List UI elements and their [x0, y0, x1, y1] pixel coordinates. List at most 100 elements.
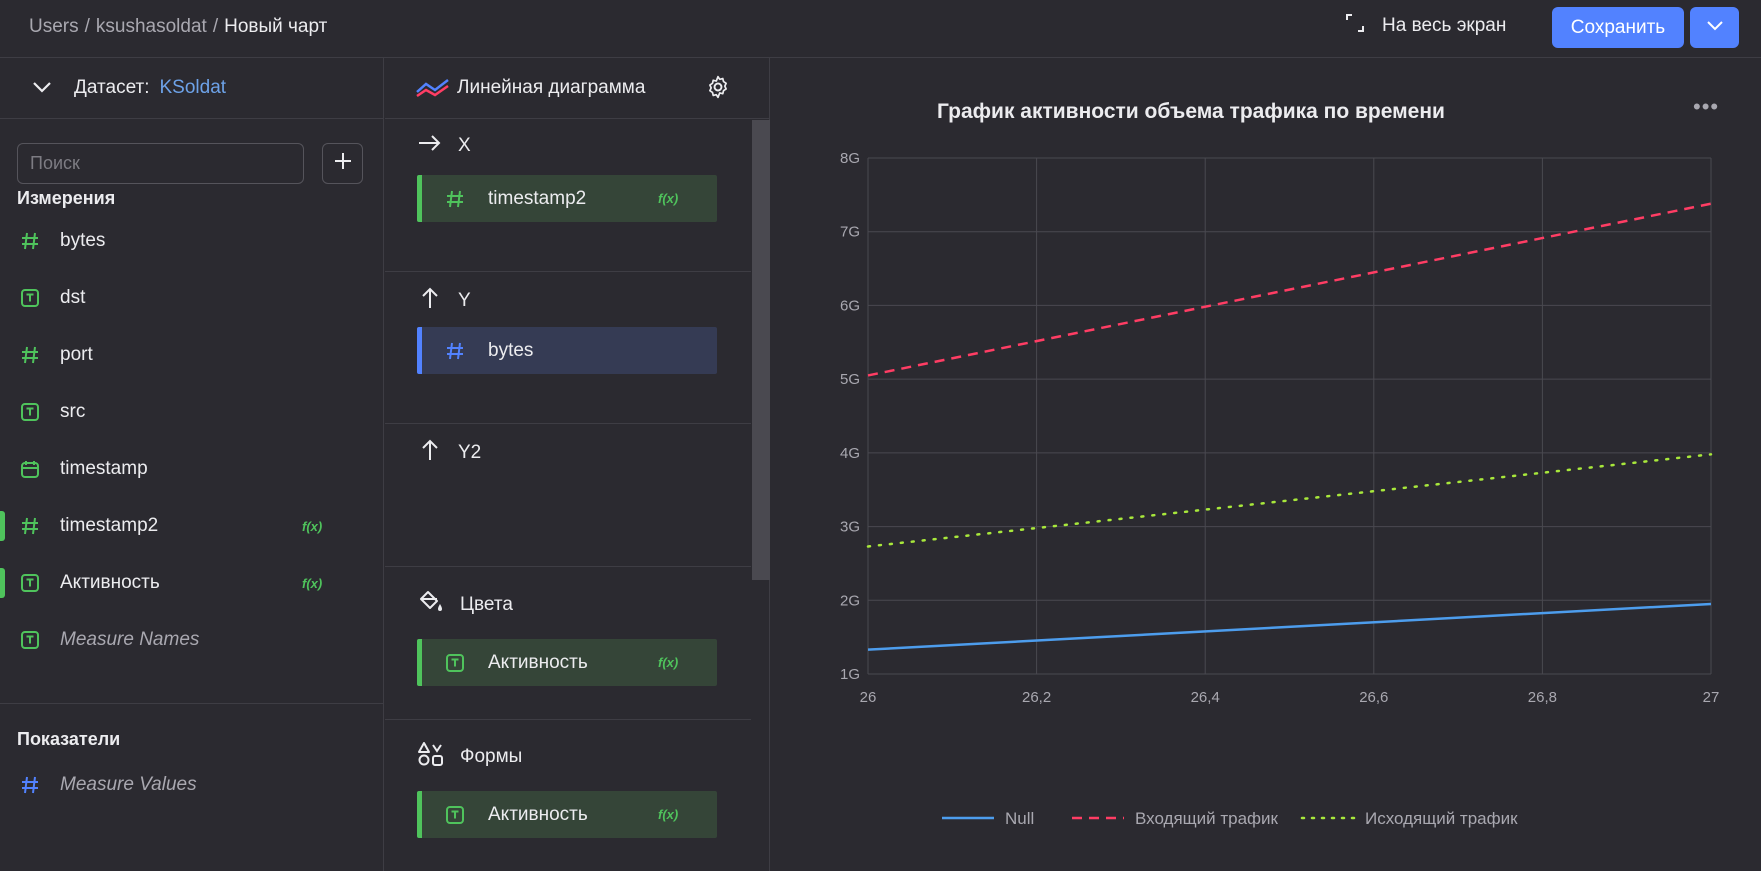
field-port[interactable]: port [0, 335, 383, 375]
divider [385, 271, 751, 272]
field-measure-names[interactable]: Measure Names [0, 620, 383, 660]
save-options-button[interactable] [1690, 7, 1739, 48]
chip-label: Активность [488, 651, 588, 673]
field-timestamp[interactable]: timestamp [0, 449, 383, 489]
dataset-selector[interactable]: Датасет: KSoldat [0, 58, 383, 119]
field-name: src [60, 401, 86, 422]
shapes-icon [418, 741, 444, 773]
visualization-panel: Линейная диаграмма X timestamp2 f(x) Y b… [385, 58, 770, 871]
field-timestamp2[interactable]: timestamp2 f(x) [0, 506, 383, 546]
field-name: Measure Names [60, 629, 200, 650]
field-bytes[interactable]: bytes [0, 221, 383, 261]
field-name: timestamp [60, 458, 148, 479]
y-tick-label: 5G [840, 371, 860, 388]
divider [0, 703, 383, 704]
x-tick-label: 26,2 [1022, 689, 1051, 706]
chart-type-selector[interactable]: Линейная диаграмма [385, 58, 769, 119]
line-chart: 1G 2G 3G 4G 5G 6G 7G 8G 26 26,2 26,4 26,6 26,8 27 Null… [840, 150, 1720, 828]
scrollbar[interactable] [752, 120, 770, 580]
text-type-icon [20, 630, 40, 650]
formula-icon: f(x) [658, 655, 679, 670]
calendar-icon [20, 459, 40, 479]
dimensions-title: Измерения [17, 188, 116, 208]
field-name: dst [60, 287, 86, 308]
y-tick-label: 7G [840, 224, 860, 241]
field-name: timestamp2 [60, 515, 159, 536]
field-name: Активность [60, 572, 160, 593]
divider [385, 566, 751, 567]
add-field-button[interactable] [322, 143, 363, 184]
divider [385, 423, 751, 424]
text-type-icon [20, 402, 40, 422]
field-name: port [60, 344, 93, 365]
line-chart-icon [415, 78, 451, 98]
arrow-right-icon [418, 134, 442, 158]
colors-section-title: Цвета [418, 590, 513, 620]
y-tick-label: 4G [840, 445, 860, 462]
formula-icon: f(x) [302, 575, 323, 591]
y2-label: Y2 [458, 442, 482, 463]
shapes-field-chip[interactable]: Активность f(x) [417, 791, 717, 838]
colors-label: Цвета [460, 594, 513, 615]
arrow-up-icon [418, 438, 442, 468]
field-name: Measure Values [60, 774, 197, 795]
text-type-icon [20, 573, 40, 593]
y-tick-label: 3G [840, 519, 860, 536]
chip-label: timestamp2 [488, 187, 587, 209]
series-line [867, 202, 1712, 377]
text-type-icon [446, 653, 466, 672]
y-label: Y [458, 290, 471, 311]
field-measure-values[interactable]: Measure Values [0, 765, 383, 805]
y-field-chip[interactable]: bytes [417, 327, 717, 374]
field-activity[interactable]: Активность f(x) [0, 563, 383, 603]
used-marker [0, 568, 5, 598]
number-icon [446, 190, 466, 208]
legend-label[interactable]: Исходящий трафик [1365, 809, 1518, 828]
x-tick-label: 27 [1703, 689, 1720, 706]
dataset-panel: Датасет: KSoldat Измерения bytes dst por… [0, 58, 384, 871]
dataset-name-link[interactable]: KSoldat [160, 77, 227, 99]
formula-icon: f(x) [302, 518, 323, 534]
y-tick-label: 1G [840, 666, 860, 683]
x-label: X [458, 135, 471, 156]
colors-field-chip[interactable]: Активность f(x) [417, 639, 717, 686]
search-input[interactable] [17, 143, 304, 184]
dataset-label: Датасет: [74, 77, 150, 98]
used-marker [0, 511, 5, 541]
series-line [866, 453, 1713, 548]
y2-section-title: Y2 [418, 438, 481, 468]
text-type-icon [20, 288, 40, 308]
breadcrumb-user[interactable]: ksushasoldat [96, 16, 207, 37]
field-src[interactable]: src [0, 392, 383, 432]
shapes-label: Формы [460, 746, 523, 767]
chevron-down-icon [1706, 19, 1724, 37]
divider [385, 719, 751, 720]
series-line [867, 602, 1712, 651]
chart-area: График активности объема трафика по врем… [771, 58, 1761, 871]
number-icon [20, 516, 40, 536]
x-field-chip[interactable]: timestamp2 f(x) [417, 175, 717, 222]
fullscreen-button[interactable]: На весь экран [1346, 14, 1506, 38]
measures-title: Показатели [17, 729, 121, 749]
number-icon [20, 775, 40, 795]
save-button[interactable]: Сохранить [1552, 7, 1684, 48]
y-tick-label: 2G [840, 592, 860, 609]
arrow-up-icon [418, 286, 442, 316]
field-dst[interactable]: dst [0, 278, 383, 318]
plus-icon [334, 152, 352, 175]
text-type-icon [446, 805, 466, 824]
y-tick-label: 6G [840, 297, 860, 314]
number-icon [20, 345, 40, 365]
legend-label[interactable]: Входящий трафик [1135, 809, 1279, 828]
breadcrumb-current: Новый чарт [224, 16, 328, 37]
chip-label: bytes [488, 339, 534, 361]
legend-label[interactable]: Null [1005, 809, 1034, 828]
chip-label: Активность [488, 803, 588, 825]
chevron-down-icon[interactable] [32, 77, 52, 99]
paint-bucket-icon [418, 590, 444, 620]
breadcrumb-users[interactable]: Users [29, 16, 79, 37]
x-tick-label: 26,8 [1528, 689, 1557, 706]
search-row [17, 143, 363, 184]
expand-icon [1346, 14, 1364, 38]
gear-icon[interactable] [705, 74, 731, 106]
